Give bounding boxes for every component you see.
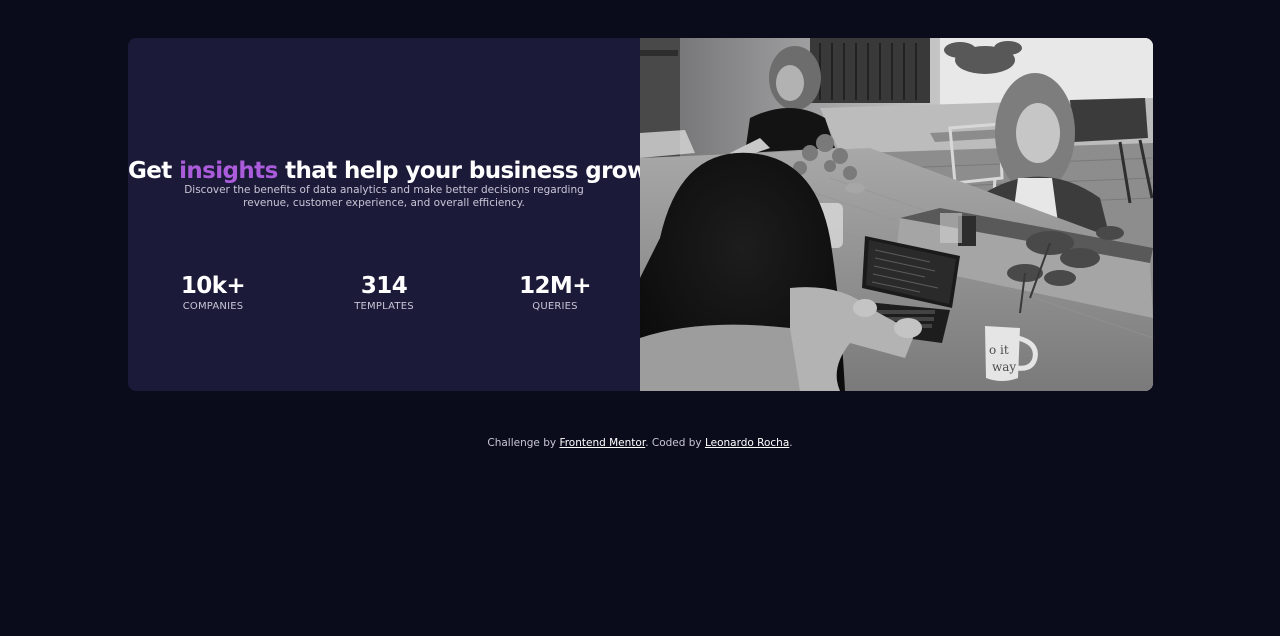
office-photo-illustration: o it way (640, 38, 1153, 391)
stat-label: COMPANIES (182, 301, 244, 312)
attribution: Challenge by Frontend Mentor. Coded by L… (0, 437, 1280, 450)
author-link[interactable]: Leonardo Rocha (705, 437, 789, 449)
headline: Get insights that help your business gro… (128, 158, 655, 186)
card-content: Get insights that help your business gro… (128, 38, 655, 391)
office-photo: o it way (640, 38, 1153, 391)
mug-text-line1: o it (989, 343, 1009, 357)
headline-end: that help your business grow. (285, 158, 655, 184)
frontend-mentor-link[interactable]: Frontend Mentor (559, 437, 645, 449)
stat-templates: 314 TEMPLATES (324, 272, 444, 313)
headline-start: Get (128, 158, 172, 184)
stat-label: TEMPLATES (354, 301, 414, 312)
attribution-prefix: Challenge by (487, 437, 557, 449)
mug-text-line2: way (992, 360, 1016, 374)
stat-label: QUERIES (532, 301, 578, 312)
stat-value: 12M+ (519, 273, 591, 299)
stat-companies: 10k+ COMPANIES (153, 272, 273, 313)
description: Discover the benefits of data analytics … (184, 184, 584, 209)
stat-queries: 12M+ QUERIES (495, 272, 615, 313)
attribution-middle: . Coded by (645, 437, 702, 449)
headline-accent: insights (179, 158, 278, 184)
stats-list: 10k+ COMPANIES 314 TEMPLATES 12M+ QUERIE… (128, 272, 640, 322)
stat-value: 314 (360, 273, 408, 299)
stats-preview-card: Get insights that help your business gro… (128, 38, 1153, 391)
attribution-suffix: . (789, 437, 793, 449)
stat-value: 10k+ (180, 273, 246, 299)
